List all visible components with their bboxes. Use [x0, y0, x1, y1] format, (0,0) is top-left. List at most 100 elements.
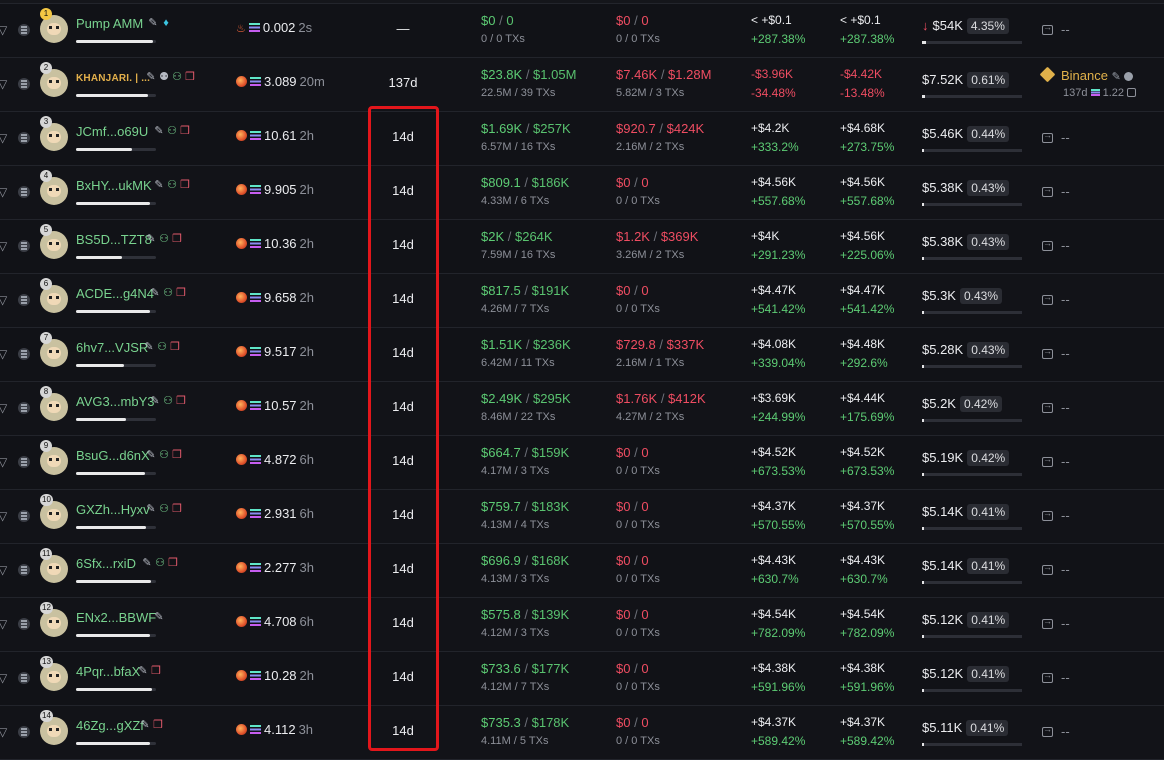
layers-icon[interactable]: ❒: [172, 232, 182, 245]
table-row[interactable]: ▽ 3 JCmf...o69U ✎ ⚇ ❒ 10.61 2h 14d $1.69K /…: [0, 112, 1164, 166]
table-row[interactable]: ▽ 13 4Pqr...bfaX ✎ ❒ 10.28 2h 14d $733.6 /…: [0, 652, 1164, 706]
filter-icon[interactable]: ▽: [0, 347, 8, 361]
wallet-name[interactable]: JCmf...o69U: [76, 124, 148, 139]
pencil-icon[interactable]: ✎: [146, 448, 156, 461]
filter-icon[interactable]: ▽: [0, 239, 8, 253]
table-row[interactable]: ▽ 6 ACDE...g4N4 ✎ ⚇ ❒ 9.658 2h 14d $817.5 /…: [0, 274, 1164, 328]
table-row[interactable]: ▽ 8 AVG3...mbY3 ✎ ⚇ ❒ 10.57 2h 14d $2.49K /…: [0, 382, 1164, 436]
transfer-icon[interactable]: [1042, 184, 1053, 197]
table-row[interactable]: ▽ 14 46Zg...gXZf ✎ ❒ 4.112 3h 14d $735.3 /…: [0, 706, 1164, 760]
list-icon[interactable]: [18, 456, 30, 468]
list-icon[interactable]: [18, 726, 30, 738]
table-row[interactable]: ▽ 10 GXZh...Hyxv ✎ ⚇ ❒ 2.931 6h 14d $759.7 …: [0, 490, 1164, 544]
filter-icon[interactable]: ▽: [0, 671, 8, 685]
filter-icon[interactable]: ▽: [0, 401, 8, 415]
transfer-icon[interactable]: [1042, 670, 1053, 683]
layers-icon[interactable]: ❒: [176, 394, 186, 407]
funding-source[interactable]: --: [1042, 346, 1070, 361]
list-icon[interactable]: [18, 186, 30, 198]
transfer-icon[interactable]: [1042, 508, 1053, 521]
list-icon[interactable]: [18, 24, 30, 36]
filter-icon[interactable]: ▽: [0, 725, 8, 739]
settings-icon[interactable]: [1124, 72, 1134, 81]
list-icon[interactable]: [18, 564, 30, 576]
transfer-icon[interactable]: [1042, 400, 1053, 413]
layers-icon[interactable]: ❒: [153, 718, 163, 731]
pencil-icon[interactable]: ✎: [154, 178, 164, 191]
funding-source[interactable]: Binance ✎: [1039, 66, 1134, 83]
transfer-icon[interactable]: [1042, 22, 1053, 35]
pencil-icon[interactable]: ✎: [142, 556, 152, 569]
transfer-icon[interactable]: [1042, 454, 1053, 467]
user-add-icon[interactable]: ⚇: [172, 70, 182, 83]
table-row[interactable]: ▽ 5 BS5D...TZT8 ✎ ⚇ ❒ 10.36 2h 14d $2K / $2…: [0, 220, 1164, 274]
filter-icon[interactable]: ▽: [0, 23, 8, 37]
funding-source[interactable]: --: [1042, 454, 1070, 469]
user-add-icon[interactable]: ⚇: [167, 178, 177, 191]
wallet-name[interactable]: Pump AMM: [76, 16, 143, 31]
transfer-icon[interactable]: [1042, 292, 1053, 305]
funding-source[interactable]: --: [1042, 22, 1070, 37]
pencil-icon[interactable]: ✎: [148, 16, 158, 29]
layers-icon[interactable]: ❒: [170, 340, 180, 353]
user-add-icon[interactable]: ⚇: [159, 502, 169, 515]
user-add-icon[interactable]: ⚇: [163, 394, 173, 407]
transfer-icon[interactable]: [1042, 562, 1053, 575]
funding-source[interactable]: --: [1042, 508, 1070, 523]
pencil-icon[interactable]: ✎: [150, 394, 160, 407]
list-icon[interactable]: [18, 672, 30, 684]
funding-source[interactable]: --: [1042, 292, 1070, 307]
list-icon[interactable]: [18, 618, 30, 630]
filter-icon[interactable]: ▽: [0, 77, 8, 91]
user-add-icon[interactable]: ⚇: [155, 556, 165, 569]
funding-source[interactable]: --: [1042, 184, 1070, 199]
funding-source[interactable]: --: [1042, 670, 1070, 685]
list-icon[interactable]: [18, 510, 30, 522]
wallet-name[interactable]: KHANJARI. | ...: [76, 73, 150, 84]
transfer-icon[interactable]: [1127, 88, 1137, 97]
table-row[interactable]: ▽ 9 BsuG...d6nX ✎ ⚇ ❒ 4.872 6h 14d $664.7 /…: [0, 436, 1164, 490]
layers-icon[interactable]: ❒: [172, 502, 182, 515]
pencil-icon[interactable]: ✎: [1112, 71, 1121, 83]
layers-icon[interactable]: ❒: [172, 448, 182, 461]
wallet-name[interactable]: BS5D...TZT8: [76, 232, 152, 247]
funding-source[interactable]: --: [1042, 238, 1070, 253]
funding-source[interactable]: --: [1042, 616, 1070, 631]
wallet-name[interactable]: GXZh...Hyxv: [76, 502, 150, 517]
list-icon[interactable]: [18, 132, 30, 144]
wallet-name[interactable]: BsuG...d6nX: [76, 448, 150, 463]
list-icon[interactable]: [18, 78, 30, 90]
pencil-icon[interactable]: ✎: [154, 610, 164, 623]
layers-icon[interactable]: ❒: [151, 664, 161, 677]
transfer-icon[interactable]: [1042, 724, 1053, 737]
funding-source[interactable]: --: [1042, 562, 1070, 577]
layers-icon[interactable]: ❒: [176, 286, 186, 299]
table-row[interactable]: ▽ 1 Pump AMM ✎ ♦ ♨ 0.002 2s — $0 / 0 0 / 0 …: [0, 4, 1164, 58]
pencil-icon[interactable]: ✎: [146, 232, 156, 245]
layers-icon[interactable]: ❒: [180, 178, 190, 191]
pencil-icon[interactable]: ✎: [144, 340, 154, 353]
transfer-icon[interactable]: [1042, 346, 1053, 359]
table-row[interactable]: ▽ 11 6Sfx...rxiD ✎ ⚇ ❒ 2.277 3h 14d $696.9 …: [0, 544, 1164, 598]
funding-source[interactable]: --: [1042, 724, 1070, 739]
filter-icon[interactable]: ▽: [0, 617, 8, 631]
wallet-name[interactable]: 6hv7...VJSR: [76, 340, 148, 355]
wallet-name[interactable]: ENx2...BBWF: [76, 610, 156, 625]
list-icon[interactable]: [18, 402, 30, 414]
filter-icon[interactable]: ▽: [0, 185, 8, 199]
layers-icon[interactable]: ❒: [185, 70, 195, 83]
pencil-icon[interactable]: ✎: [150, 286, 160, 299]
wallet-name[interactable]: BxHY...ukMK: [76, 178, 152, 193]
pencil-icon[interactable]: ✎: [154, 124, 164, 137]
user-add-icon[interactable]: ⚇: [159, 448, 169, 461]
table-row[interactable]: ▽ 7 6hv7...VJSR ✎ ⚇ ❒ 9.517 2h 14d $1.51K /…: [0, 328, 1164, 382]
transfer-icon[interactable]: [1042, 130, 1053, 143]
list-icon[interactable]: [18, 348, 30, 360]
filter-icon[interactable]: ▽: [0, 293, 8, 307]
table-row[interactable]: ▽ 4 BxHY...ukMK ✎ ⚇ ❒ 9.905 2h 14d $809.1 /…: [0, 166, 1164, 220]
wallet-name[interactable]: ACDE...g4N4: [76, 286, 154, 301]
funding-source[interactable]: --: [1042, 130, 1070, 145]
list-icon[interactable]: [18, 294, 30, 306]
list-icon[interactable]: [18, 240, 30, 252]
pencil-icon[interactable]: ✎: [140, 718, 150, 731]
